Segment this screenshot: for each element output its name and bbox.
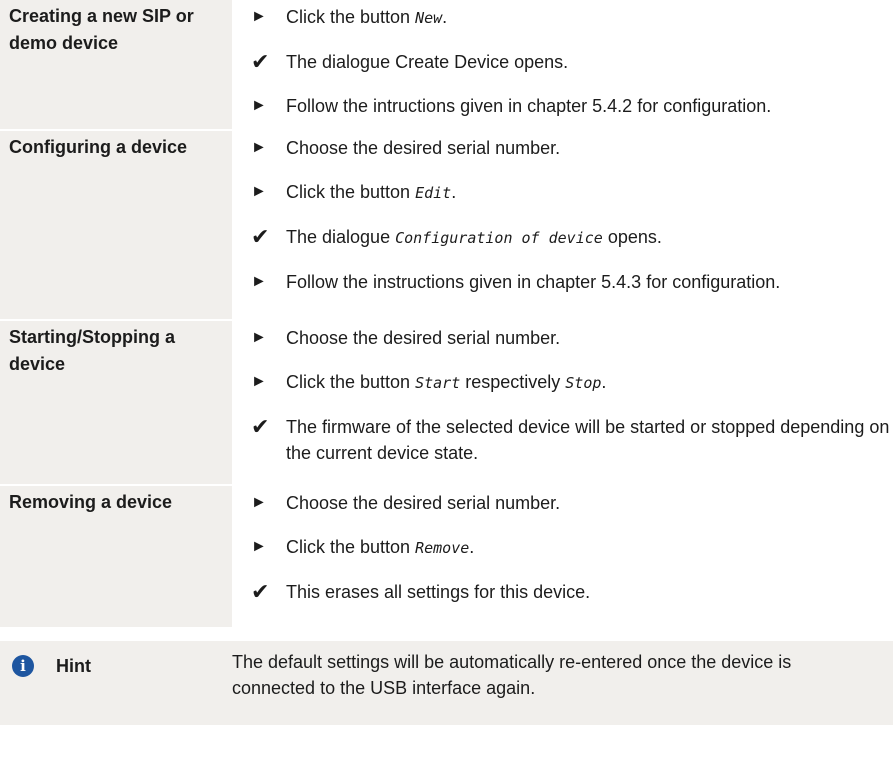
action-arrow-icon: ►: [251, 373, 267, 390]
check-icon: ✔: [251, 224, 270, 249]
section-steps: ► Choose the desired serial number. ► Click…: [232, 131, 893, 319]
section-steps: ► Choose the desired serial number. ► Click…: [232, 321, 893, 484]
ui-element-name: Remove: [415, 539, 470, 557]
action-arrow-icon: ►: [251, 8, 267, 25]
action-step: ► Choose the desired serial number.: [248, 325, 893, 351]
step-text-part: Click the button: [286, 372, 416, 392]
ui-element-name: Configuration of device: [395, 229, 603, 247]
hint-header: i Hint: [0, 641, 232, 725]
step-text-part: This erases all settings for this device…: [286, 582, 591, 602]
action-step: ► Follow the instructions given in chapte…: [248, 269, 893, 295]
action-step: ► Choose the desired serial number.: [248, 135, 893, 161]
instruction-table: Creating a new SIP or demo device ► Click …: [0, 0, 893, 629]
hint-text: The default settings will be automatical…: [232, 652, 792, 698]
action-arrow-icon: ►: [251, 273, 267, 290]
section-row: Removing a device ► Choose the desired ser…: [0, 486, 893, 629]
step-text-part: Follow the intructions given in chapter …: [286, 96, 772, 116]
action-arrow-icon: ►: [251, 538, 267, 555]
step-text-part: Choose the desired serial number.: [286, 138, 561, 158]
ui-element-name: Edit: [415, 184, 452, 202]
section-steps: ► Click the button New. ✔ The dialogue Crea…: [232, 0, 893, 129]
result-step: ✔ The dialogue Configuration of device op…: [248, 224, 893, 251]
info-icon: i: [12, 655, 34, 677]
step-text: Choose the desired serial number.: [286, 135, 893, 161]
section-row: Configuring a device ► Choose the desired …: [0, 131, 893, 321]
section-title: Starting/Stopping a device: [0, 321, 232, 484]
step-text: Follow the intructions given in chapter …: [286, 93, 893, 119]
section-title: Configuring a device: [0, 131, 232, 319]
ui-element-name: New: [415, 9, 443, 27]
step-text: Click the button New.: [286, 4, 893, 31]
step-text: The firmware of the selected device will…: [286, 414, 893, 466]
step-text-part: .: [469, 537, 475, 557]
action-step: ► Follow the intructions given in chapter…: [248, 93, 893, 119]
step-text-part: Choose the desired serial number.: [286, 493, 561, 513]
step-text-part: .: [601, 372, 607, 392]
action-arrow-icon: ►: [251, 183, 267, 200]
step-text-part: Click the button: [286, 7, 416, 27]
step-text: Click the button Remove.: [286, 534, 893, 561]
action-arrow-icon: ►: [251, 329, 267, 346]
step-text-part: opens.: [602, 227, 662, 247]
result-step: ✔ The firmware of the selected device wil…: [248, 414, 893, 466]
result-step: ✔ This erases all settings for this devic…: [248, 579, 893, 605]
check-icon: ✔: [251, 579, 270, 604]
step-text-part: The dialogue: [286, 227, 396, 247]
section-title: Creating a new SIP or demo device: [0, 0, 232, 129]
step-text-part: .: [442, 7, 448, 27]
step-text: Choose the desired serial number.: [286, 325, 893, 351]
check-icon: ✔: [251, 49, 270, 74]
step-text-part: Follow the instructions given in chapter…: [286, 272, 781, 292]
step-text-part: Click the button: [286, 182, 416, 202]
step-text: Click the button Edit.: [286, 179, 893, 206]
step-text: Click the button Start respectively Stop…: [286, 369, 893, 396]
step-text: The dialogue Create Device opens.: [286, 49, 893, 75]
section-steps: ► Choose the desired serial number. ► Click…: [232, 486, 893, 627]
hint-label: Hint: [56, 656, 91, 676]
check-icon: ✔: [251, 414, 270, 439]
action-arrow-icon: ►: [251, 139, 267, 156]
document-page: Creating a new SIP or demo device ► Click …: [0, 0, 893, 784]
ui-element-name: Stop: [565, 374, 602, 392]
step-text-part: respectively: [460, 372, 566, 392]
step-text: Choose the desired serial number.: [286, 490, 893, 516]
action-arrow-icon: ►: [251, 97, 267, 114]
step-text-part: The firmware of the selected device will…: [286, 417, 890, 463]
section-row: Starting/Stopping a device ► Choose the de…: [0, 321, 893, 486]
action-step: ► Click the button Edit.: [248, 179, 893, 206]
ui-element-name: Start: [415, 374, 461, 392]
action-step: ► Choose the desired serial number.: [248, 490, 893, 516]
step-text: This erases all settings for this device…: [286, 579, 893, 605]
action-step: ► Click the button Start respectively Sto…: [248, 369, 893, 396]
step-text: The dialogue Configuration of device ope…: [286, 224, 893, 251]
action-step: ► Click the button New.: [248, 4, 893, 31]
result-step: ✔ The dialogue Create Device opens.: [248, 49, 893, 75]
step-text-part: .: [451, 182, 457, 202]
section-title: Removing a device: [0, 486, 232, 627]
section-row: Creating a new SIP or demo device ► Click …: [0, 0, 893, 131]
step-text-part: The dialogue Create Device opens.: [286, 52, 569, 72]
action-step: ► Click the button Remove.: [248, 534, 893, 561]
hint-box: i Hint The default settings will be auto…: [0, 641, 893, 725]
step-text: Follow the instructions given in chapter…: [286, 269, 893, 295]
action-arrow-icon: ►: [251, 494, 267, 511]
step-text-part: Choose the desired serial number.: [286, 328, 561, 348]
step-text-part: Click the button: [286, 537, 416, 557]
